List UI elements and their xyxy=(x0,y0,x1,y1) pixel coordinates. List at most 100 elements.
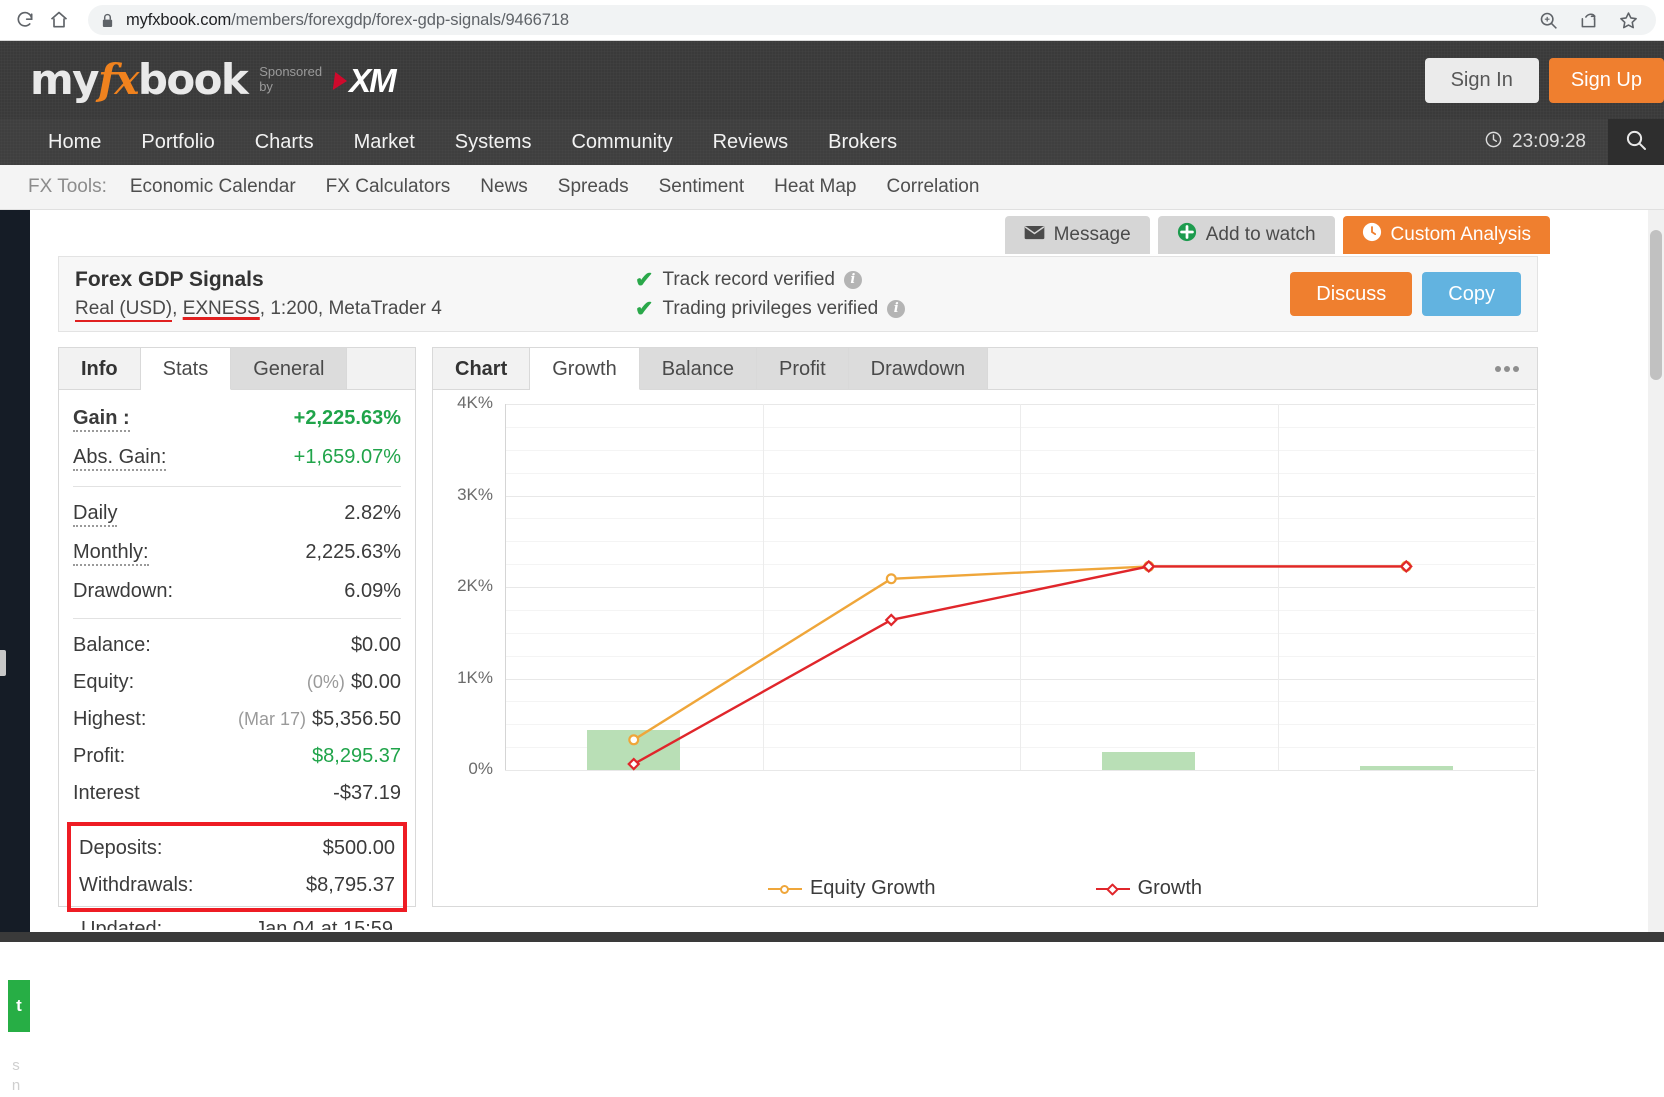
divider xyxy=(73,486,401,487)
site-header: myfxbook Sponsored by XM Sign In Sign Up xyxy=(0,41,1664,119)
address-bar[interactable]: myfxbook.com/members/forexgdp/forex-gdp-… xyxy=(88,5,1656,35)
bookmark-star-icon[interactable] xyxy=(1616,8,1640,32)
xm-arrow-icon xyxy=(333,72,349,90)
stat-key-gain[interactable]: Gain : xyxy=(73,407,130,432)
left-side-rail: t s n xyxy=(0,210,30,942)
nav-item-community[interactable]: Community xyxy=(551,119,692,165)
nav-item-charts[interactable]: Charts xyxy=(235,119,334,165)
meta-sep-2: , xyxy=(260,298,265,319)
chart-data-point[interactable] xyxy=(886,615,896,625)
nav-item-systems[interactable]: Systems xyxy=(435,119,552,165)
stat-row-interest: Interest -$37.19 xyxy=(73,775,401,812)
nav-item-home[interactable]: Home xyxy=(28,119,121,165)
fxtool-sentiment[interactable]: Sentiment xyxy=(644,176,760,198)
stat-key-daily[interactable]: Daily xyxy=(73,502,117,527)
fxtool-spreads[interactable]: Spreads xyxy=(543,176,644,198)
legend-item[interactable]: Equity Growth xyxy=(768,877,936,900)
stat-value-monthly: 2,225.63% xyxy=(305,541,401,564)
sign-in-button[interactable]: Sign In xyxy=(1425,58,1539,103)
legend-item[interactable]: Growth xyxy=(1096,877,1202,900)
stat-note-equity: (0%) xyxy=(307,672,345,692)
tab-stats[interactable]: Stats xyxy=(141,348,232,390)
stats-tabs: Info Stats General xyxy=(59,348,415,390)
share-icon[interactable] xyxy=(1576,8,1600,32)
discuss-button[interactable]: Discuss xyxy=(1290,272,1412,316)
tab-info[interactable]: Info xyxy=(59,348,141,389)
nav-item-brokers[interactable]: Brokers xyxy=(808,119,917,165)
growth-chart: 4K%3K%2K%1K%0%Equity GrowthGrowth xyxy=(433,390,1537,906)
copy-button[interactable]: Copy xyxy=(1422,272,1521,316)
reload-icon[interactable] xyxy=(8,3,42,37)
nav-item-market[interactable]: Market xyxy=(334,119,435,165)
custom-analysis-button[interactable]: Custom Analysis xyxy=(1343,216,1550,254)
search-button[interactable] xyxy=(1608,119,1664,165)
account-type: Real (USD) xyxy=(75,298,172,322)
stat-value-profit: $8,295.37 xyxy=(312,745,401,768)
account-broker[interactable]: EXNESS xyxy=(183,298,260,319)
xm-sponsor-logo[interactable]: XM xyxy=(334,64,395,97)
tab-general[interactable]: General xyxy=(231,348,347,389)
info-icon[interactable]: i xyxy=(887,300,905,318)
stat-value-highest-wrap: (Mar 17)$5,356.50 xyxy=(238,708,401,731)
sign-up-button[interactable]: Sign Up xyxy=(1549,58,1664,103)
fxtool-fx-calculators[interactable]: FX Calculators xyxy=(311,176,466,198)
stat-key-profit: Profit: xyxy=(73,745,125,768)
zoom-icon[interactable] xyxy=(1536,8,1560,32)
stat-row-deposits: Deposits: $500.00 xyxy=(79,830,395,867)
stat-row-abs-gain: Abs. Gain: +1,659.07% xyxy=(73,439,401,478)
stat-value-interest: -$37.19 xyxy=(333,782,401,805)
stats-tabs-filler xyxy=(347,348,415,389)
clock-icon xyxy=(1484,130,1503,155)
stats-list: Gain : +2,225.63% Abs. Gain: +1,659.07% … xyxy=(59,390,415,930)
fxtool-economic-calendar[interactable]: Economic Calendar xyxy=(115,176,311,198)
verified-track-label: Track record verified xyxy=(662,269,834,291)
home-icon[interactable] xyxy=(42,3,76,37)
stat-key-withdrawals: Withdrawals: xyxy=(79,874,193,897)
fxtool-heat-map[interactable]: Heat Map xyxy=(759,176,871,198)
tab-profit[interactable]: Profit xyxy=(757,348,849,389)
message-button[interactable]: Message xyxy=(1005,216,1150,254)
stat-key-interest: Interest xyxy=(73,782,140,805)
chart-data-point[interactable] xyxy=(887,574,896,583)
xm-brand-text: XM xyxy=(349,64,395,97)
info-icon[interactable]: i xyxy=(844,271,862,289)
clock-time: 23:09:28 xyxy=(1512,131,1586,153)
highlighted-deposits-withdrawals: Deposits: $500.00 Withdrawals: $8,795.37 xyxy=(67,822,407,912)
legend-marker xyxy=(768,883,802,895)
meta-sep-3: , xyxy=(318,298,323,319)
nav-item-portfolio[interactable]: Portfolio xyxy=(121,119,234,165)
tab-drawdown[interactable]: Drawdown xyxy=(849,348,988,389)
chart-more-options-icon[interactable] xyxy=(1495,348,1537,389)
chart-data-point[interactable] xyxy=(629,759,639,769)
rail-chip xyxy=(0,650,6,676)
page-bottom-strip xyxy=(0,932,1664,942)
chart-panel: Chart Growth Balance Profit Drawdown 4K%… xyxy=(432,347,1538,907)
stat-row-profit: Profit: $8,295.37 xyxy=(73,738,401,775)
tab-chart[interactable]: Chart xyxy=(433,348,530,389)
add-to-watch-button[interactable]: Add to watch xyxy=(1158,216,1335,254)
account-leverage: 1:200 xyxy=(270,298,318,319)
stat-note-highest: (Mar 17) xyxy=(238,709,306,729)
stat-row-equity: Equity: (0%)$0.00 xyxy=(73,664,401,701)
check-icon: ✔ xyxy=(635,267,653,293)
rail-green-tab[interactable]: t xyxy=(8,980,30,1032)
lock-icon xyxy=(98,11,116,29)
stat-key-abs-gain[interactable]: Abs. Gain: xyxy=(73,446,166,471)
page-scrollbar-thumb[interactable] xyxy=(1650,230,1662,380)
fxtool-news[interactable]: News xyxy=(465,176,543,198)
message-label: Message xyxy=(1054,224,1131,246)
main-navigation: Home Portfolio Charts Market Systems Com… xyxy=(0,119,1664,165)
tab-balance[interactable]: Balance xyxy=(640,348,757,389)
tab-growth[interactable]: Growth xyxy=(530,348,639,390)
meta-sep-1: , xyxy=(172,298,177,319)
nav-item-reviews[interactable]: Reviews xyxy=(693,119,809,165)
page-scrollbar-track[interactable] xyxy=(1648,210,1664,942)
myfxbook-logo[interactable]: myfxbook Sponsored by XM xyxy=(30,59,395,101)
chart-data-point[interactable] xyxy=(629,735,638,744)
fxtool-correlation[interactable]: Correlation xyxy=(872,176,995,198)
stat-key-monthly[interactable]: Monthly: xyxy=(73,541,149,566)
stat-key-highest: Highest: xyxy=(73,708,146,731)
stat-row-monthly: Monthly: 2,225.63% xyxy=(73,534,401,573)
chart-series-layer xyxy=(433,390,1537,906)
verification-block: ✔ Track record verified i ✔ Trading priv… xyxy=(635,264,1075,325)
